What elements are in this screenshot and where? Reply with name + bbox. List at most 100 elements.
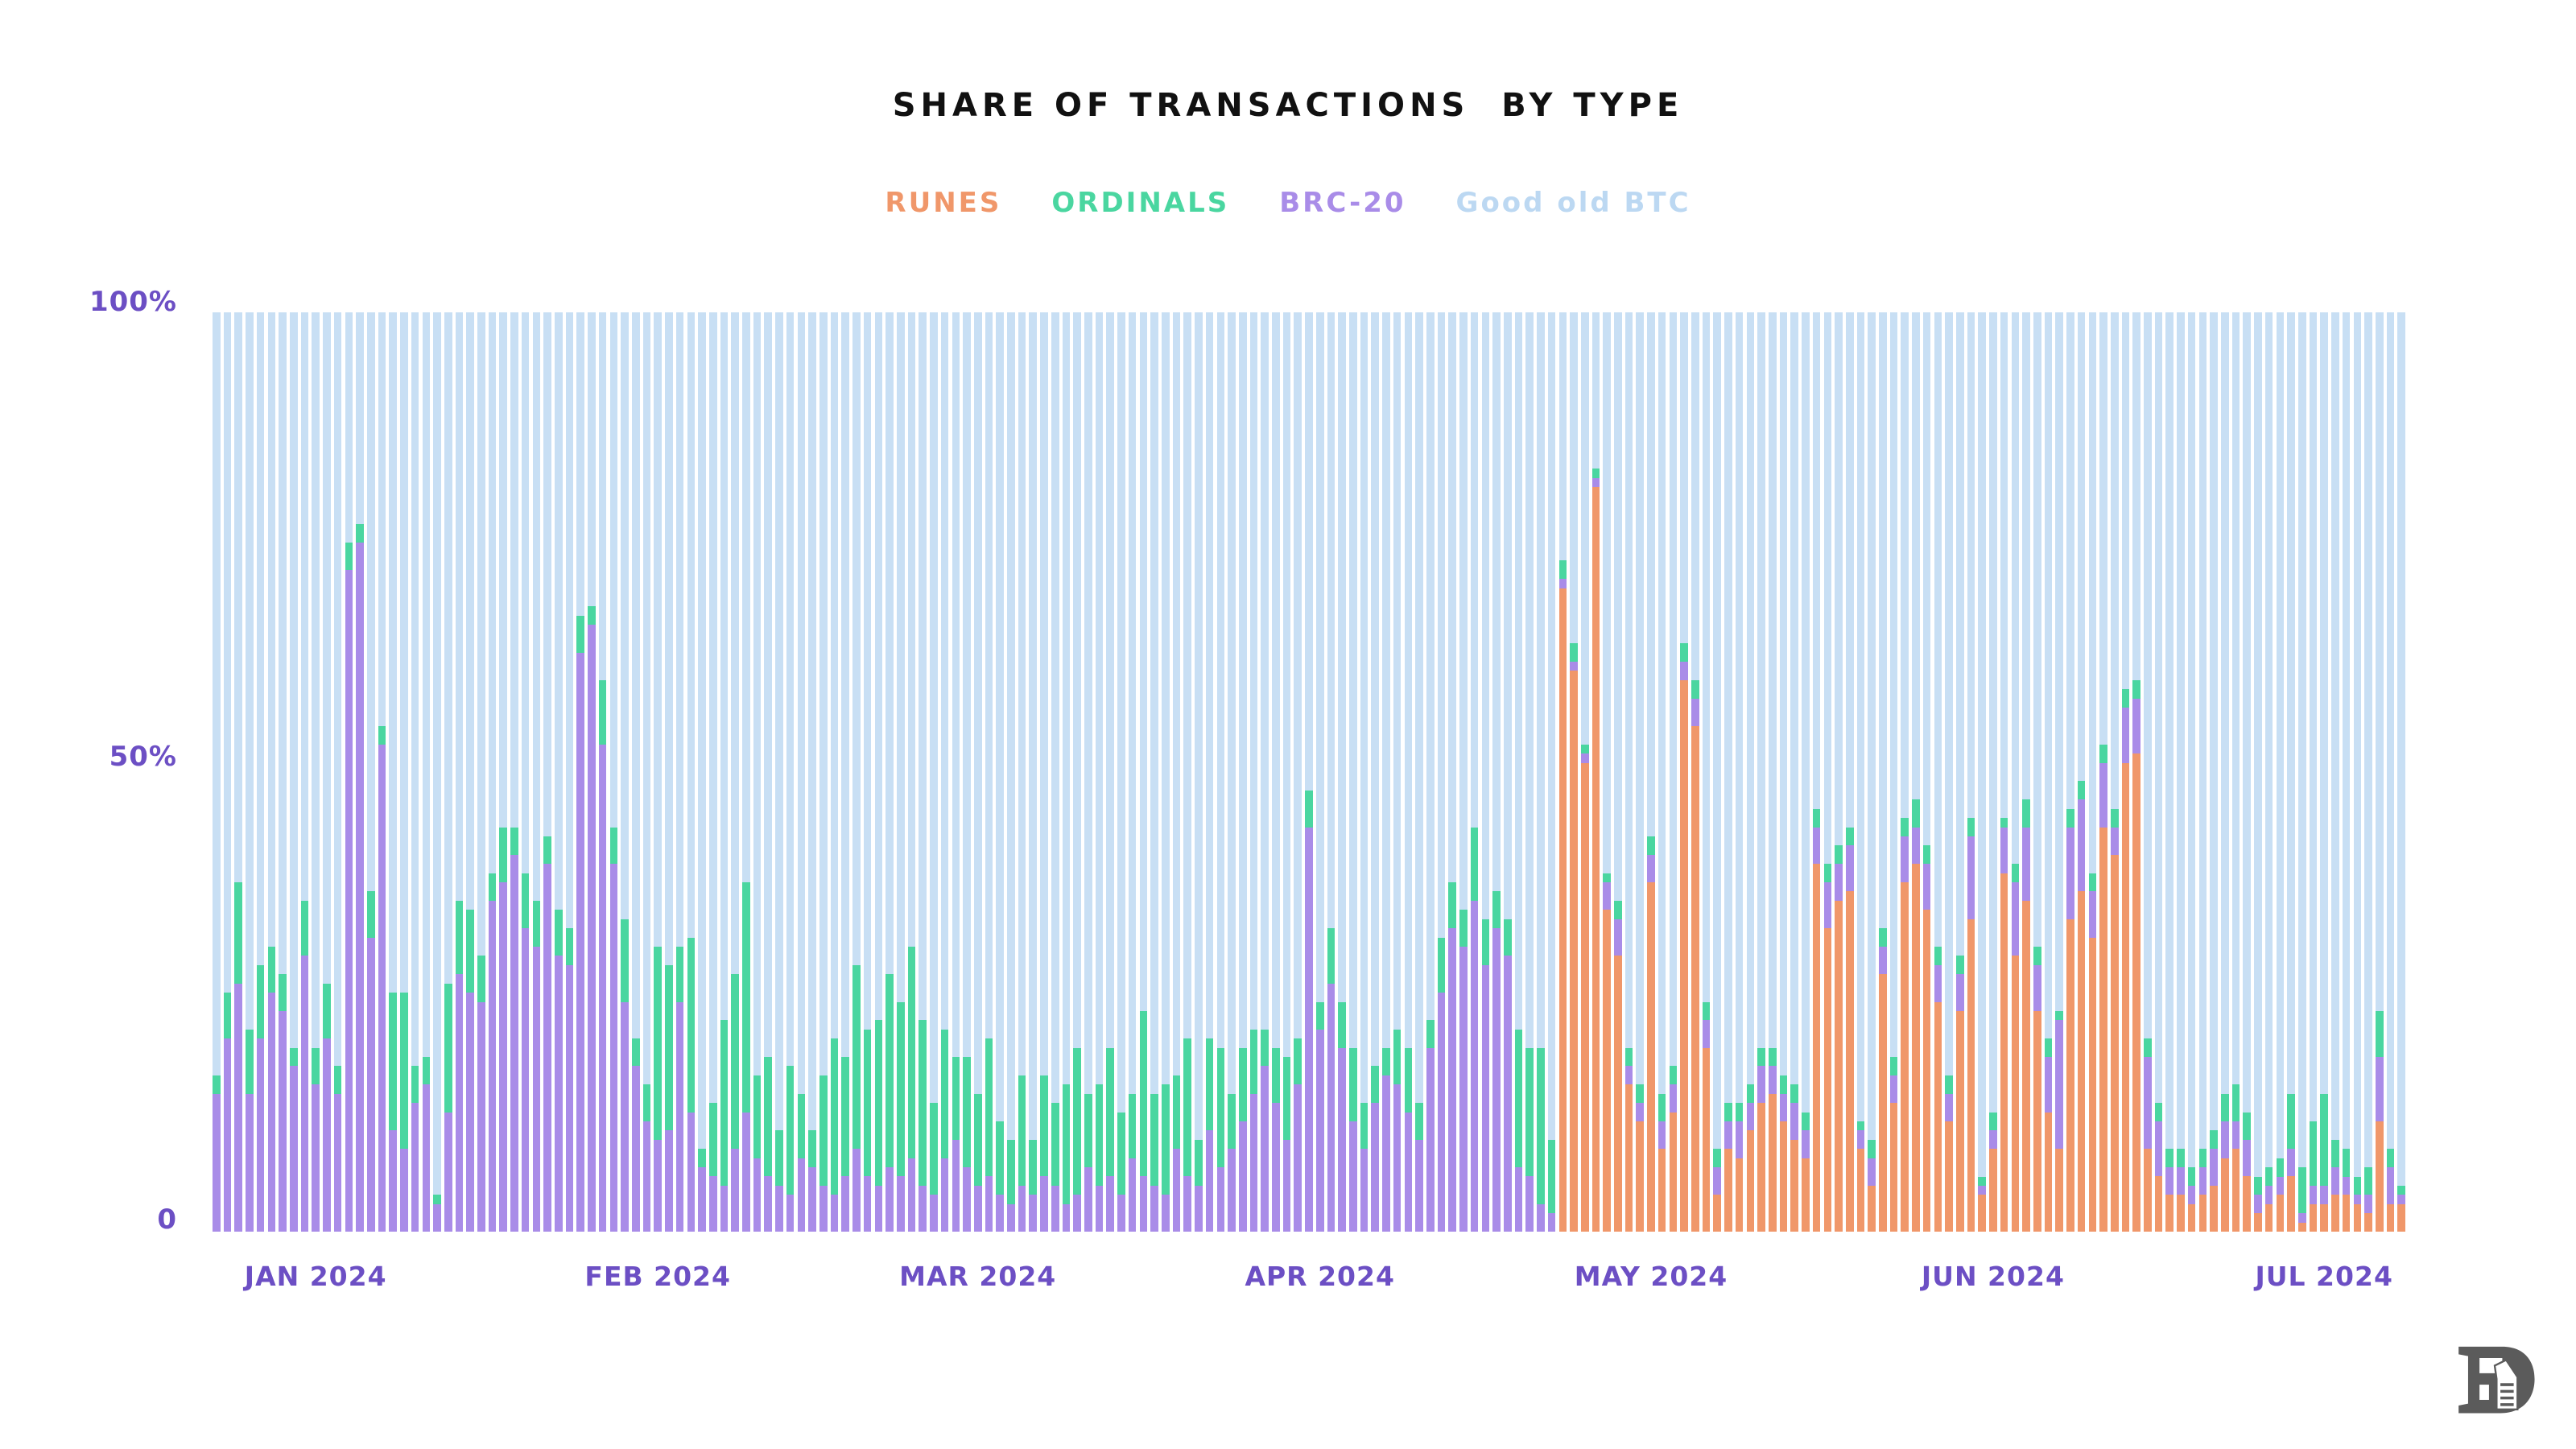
table-row[interactable] [1812, 808, 1821, 1232]
table-row[interactable] [621, 919, 629, 1232]
table-row[interactable] [1967, 818, 1975, 1232]
table-row[interactable] [1580, 744, 1589, 1232]
table-row[interactable] [631, 1038, 640, 1232]
table-row[interactable] [775, 1130, 783, 1232]
table-row[interactable] [1139, 1010, 1148, 1232]
table-row[interactable] [919, 1020, 927, 1232]
table-row[interactable] [422, 1057, 431, 1232]
table-row[interactable] [1989, 1112, 1997, 1232]
table-row[interactable] [2397, 1185, 2405, 1232]
table-row[interactable] [1338, 1001, 1346, 1232]
table-row[interactable] [1835, 845, 1843, 1232]
table-row[interactable] [1691, 679, 1699, 1232]
table-row[interactable] [1702, 1001, 1711, 1232]
legend-item-runes[interactable]: RUNES [885, 187, 1001, 219]
table-row[interactable] [2221, 1093, 2229, 1232]
table-row[interactable] [1261, 1029, 1269, 1232]
table-row[interactable] [267, 947, 276, 1232]
table-row[interactable] [1547, 1139, 1556, 1232]
table-row[interactable] [2342, 1149, 2351, 1232]
table-row[interactable] [1470, 827, 1479, 1232]
table-row[interactable] [256, 964, 265, 1232]
table-row[interactable] [433, 1195, 441, 1232]
table-row[interactable] [1238, 1047, 1247, 1232]
table-row[interactable] [2088, 873, 2097, 1232]
table-row[interactable] [1713, 1149, 1721, 1232]
table-row[interactable] [2110, 808, 2119, 1232]
table-row[interactable] [852, 964, 861, 1232]
table-row[interactable] [1051, 1103, 1059, 1232]
table-row[interactable] [2254, 1176, 2262, 1232]
table-row[interactable] [2022, 799, 2030, 1232]
table-row[interactable] [1437, 937, 1446, 1232]
table-row[interactable] [2198, 1149, 2207, 1232]
table-row[interactable] [2011, 864, 2020, 1232]
table-row[interactable] [1856, 1121, 1865, 1232]
table-row[interactable] [2066, 808, 2074, 1232]
table-row[interactable] [2077, 781, 2086, 1232]
table-row[interactable] [356, 523, 364, 1232]
table-row[interactable] [1228, 1093, 1236, 1232]
table-row[interactable] [952, 1057, 960, 1232]
table-row[interactable] [1912, 799, 1920, 1232]
table-row[interactable] [1503, 919, 1512, 1232]
table-row[interactable] [455, 900, 464, 1232]
table-row[interactable] [1603, 873, 1611, 1232]
table-row[interactable] [1514, 1029, 1523, 1232]
table-row[interactable] [930, 1103, 938, 1232]
table-row[interactable] [2331, 1139, 2339, 1232]
table-row[interactable] [786, 1066, 795, 1232]
table-row[interactable] [1426, 1020, 1435, 1232]
table-row[interactable] [1525, 1047, 1534, 1232]
table-row[interactable] [2264, 1167, 2273, 1232]
table-row[interactable] [1956, 956, 1964, 1232]
table-row[interactable] [1790, 1084, 1798, 1232]
table-row[interactable] [2144, 1038, 2152, 1232]
table-row[interactable] [1448, 882, 1456, 1232]
table-row[interactable] [642, 1084, 651, 1232]
table-row[interactable] [654, 947, 662, 1232]
table-row[interactable] [708, 1103, 717, 1232]
table-row[interactable] [1735, 1103, 1744, 1232]
table-row[interactable] [1282, 1057, 1291, 1232]
table-row[interactable] [1062, 1084, 1071, 1232]
table-row[interactable] [1823, 864, 1832, 1232]
table-row[interactable] [2320, 1093, 2328, 1232]
table-row[interactable] [1591, 469, 1600, 1232]
table-row[interactable] [2309, 1121, 2318, 1232]
table-row[interactable] [1195, 1139, 1203, 1232]
table-row[interactable] [1349, 1047, 1357, 1232]
table-row[interactable] [555, 910, 563, 1232]
table-row[interactable] [234, 882, 243, 1232]
table-row[interactable] [312, 1047, 320, 1232]
table-row[interactable] [1205, 1038, 1214, 1232]
table-row[interactable] [1492, 891, 1501, 1232]
table-row[interactable] [2386, 1149, 2395, 1232]
legend-item-btc[interactable]: Good old BTC [1456, 187, 1691, 219]
table-row[interactable] [2276, 1158, 2285, 1232]
legend-item-ordinals[interactable]: ORDINALS [1051, 187, 1229, 219]
table-row[interactable] [896, 1001, 905, 1232]
table-row[interactable] [1558, 560, 1567, 1232]
table-row[interactable] [819, 1075, 828, 1232]
table-row[interactable] [1294, 1038, 1302, 1232]
table-row[interactable] [841, 1057, 850, 1232]
table-row[interactable] [466, 910, 474, 1232]
table-row[interactable] [1845, 827, 1854, 1232]
table-row[interactable] [323, 983, 331, 1232]
table-row[interactable] [1978, 1176, 1986, 1232]
table-row[interactable] [1945, 1075, 1953, 1232]
table-row[interactable] [940, 1029, 949, 1232]
table-row[interactable] [830, 1038, 839, 1232]
table-row[interactable] [1084, 1093, 1092, 1232]
table-row[interactable] [1934, 947, 1942, 1232]
table-row[interactable] [2353, 1176, 2362, 1232]
table-row[interactable] [1128, 1093, 1137, 1232]
table-row[interactable] [2055, 1010, 2063, 1232]
table-row[interactable] [753, 1075, 762, 1232]
table-row[interactable] [1360, 1103, 1368, 1232]
table-row[interactable] [366, 891, 375, 1232]
table-row[interactable] [510, 827, 518, 1232]
table-row[interactable] [333, 1066, 342, 1232]
table-row[interactable] [2154, 1103, 2163, 1232]
